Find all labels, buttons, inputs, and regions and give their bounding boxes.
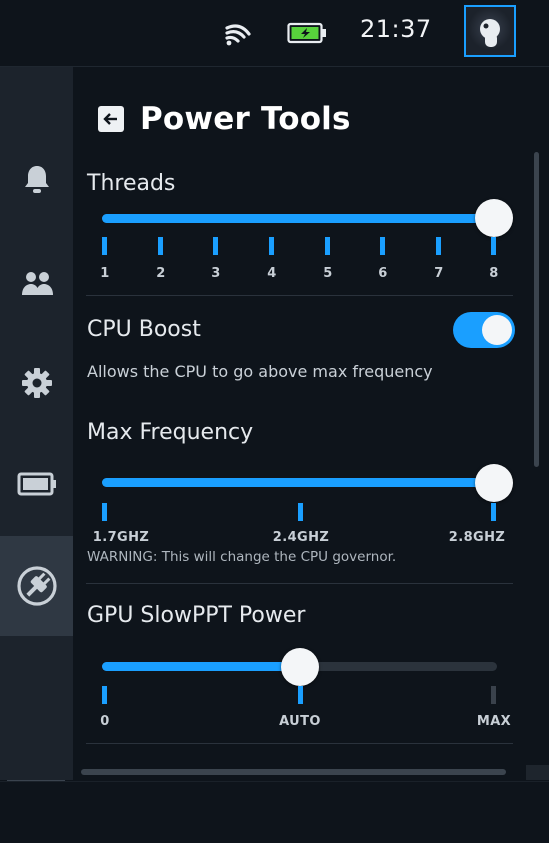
max-frequency-tick xyxy=(491,503,496,521)
side-rail xyxy=(0,67,73,838)
threads-tick xyxy=(380,237,385,255)
threads-label: Threads xyxy=(87,171,176,196)
divider xyxy=(86,583,513,584)
wifi-icon xyxy=(225,24,251,46)
page-title: Power Tools xyxy=(140,101,351,137)
divider xyxy=(86,295,513,296)
threads-tick-label: 4 xyxy=(267,266,277,281)
gpu-slowppt-tick xyxy=(298,686,303,704)
gpu-slowppt-tick-label: AUTO xyxy=(279,714,321,729)
max-frequency-label: Max Frequency xyxy=(87,420,254,445)
threads-tick-label: 5 xyxy=(323,266,333,281)
max-frequency-tick xyxy=(298,503,303,521)
max-frequency-tick-label: 2.8GHZ xyxy=(448,530,506,545)
max-frequency-tick-label: 1.7GHZ xyxy=(92,530,150,545)
threads-tick-label: 6 xyxy=(378,266,388,281)
rail-friends[interactable] xyxy=(0,233,73,333)
cpu-boost-label: CPU Boost xyxy=(87,317,201,342)
max-frequency-tick xyxy=(102,503,107,521)
cpu-boost-toggle[interactable] xyxy=(453,312,515,348)
threads-tick xyxy=(491,237,496,255)
gear-icon xyxy=(21,368,52,398)
threads-tick-label: 1 xyxy=(100,266,110,281)
threads-slider[interactable] xyxy=(102,214,495,223)
gpu-slowppt-tick xyxy=(491,686,496,704)
plug-icon xyxy=(16,566,57,606)
power-tools-panel: Power Tools Threads 1 2 3 4 5 6 7 8 CPU … xyxy=(74,67,549,780)
gpu-slowppt-slider-knob[interactable] xyxy=(281,648,319,686)
back-button[interactable] xyxy=(98,106,124,132)
threads-slider-knob[interactable] xyxy=(475,199,513,237)
cpu-boost-description: Allows the CPU to go above max frequency xyxy=(87,362,433,381)
back-arrow-icon xyxy=(103,113,117,125)
threads-tick xyxy=(213,237,218,255)
threads-tick-label: 3 xyxy=(211,266,221,281)
panel-header: Power Tools xyxy=(98,99,351,139)
max-frequency-slider-fill xyxy=(102,478,495,487)
bottom-bar xyxy=(0,781,549,843)
threads-tick-label: 8 xyxy=(489,266,499,281)
threads-tick-label: 2 xyxy=(156,266,166,281)
cpu-boost-toggle-knob xyxy=(482,315,512,345)
threads-tick xyxy=(269,237,274,255)
divider xyxy=(86,743,513,744)
max-frequency-tick-label: 2.4GHZ xyxy=(272,530,330,545)
threads-slider-fill xyxy=(102,214,495,223)
bell-icon xyxy=(24,166,49,193)
threads-tick xyxy=(102,237,107,255)
gpu-slowppt-label: GPU SlowPPT Power xyxy=(87,603,306,628)
horizontal-scrollbar[interactable] xyxy=(81,769,506,775)
vertical-scrollbar[interactable] xyxy=(534,152,539,467)
clock: 21:37 xyxy=(360,15,432,43)
avatar-image xyxy=(480,19,500,47)
governor-warning: WARNING: This will change the CPU govern… xyxy=(87,549,397,565)
battery-icon xyxy=(17,472,56,496)
max-frequency-slider[interactable] xyxy=(102,478,495,487)
battery-status-icon xyxy=(287,22,326,44)
status-bar: 21:37 xyxy=(0,0,549,67)
threads-tick xyxy=(436,237,441,255)
rail-plugins[interactable] xyxy=(0,536,73,636)
rail-settings[interactable] xyxy=(0,333,73,433)
gpu-slowppt-tick xyxy=(102,686,107,704)
threads-tick-label: 7 xyxy=(434,266,444,281)
gpu-slowppt-tick-label: MAX xyxy=(476,714,512,729)
user-avatar[interactable] xyxy=(464,5,516,57)
threads-tick xyxy=(325,237,330,255)
friends-icon xyxy=(21,272,53,295)
max-frequency-slider-knob[interactable] xyxy=(475,464,513,502)
rail-notifications[interactable] xyxy=(0,129,73,229)
gpu-slowppt-slider-fill xyxy=(102,662,300,671)
threads-tick xyxy=(158,237,163,255)
gpu-slowppt-tick-label: 0 xyxy=(100,714,110,729)
rail-performance[interactable] xyxy=(0,434,73,534)
scroll-corner xyxy=(526,765,549,780)
